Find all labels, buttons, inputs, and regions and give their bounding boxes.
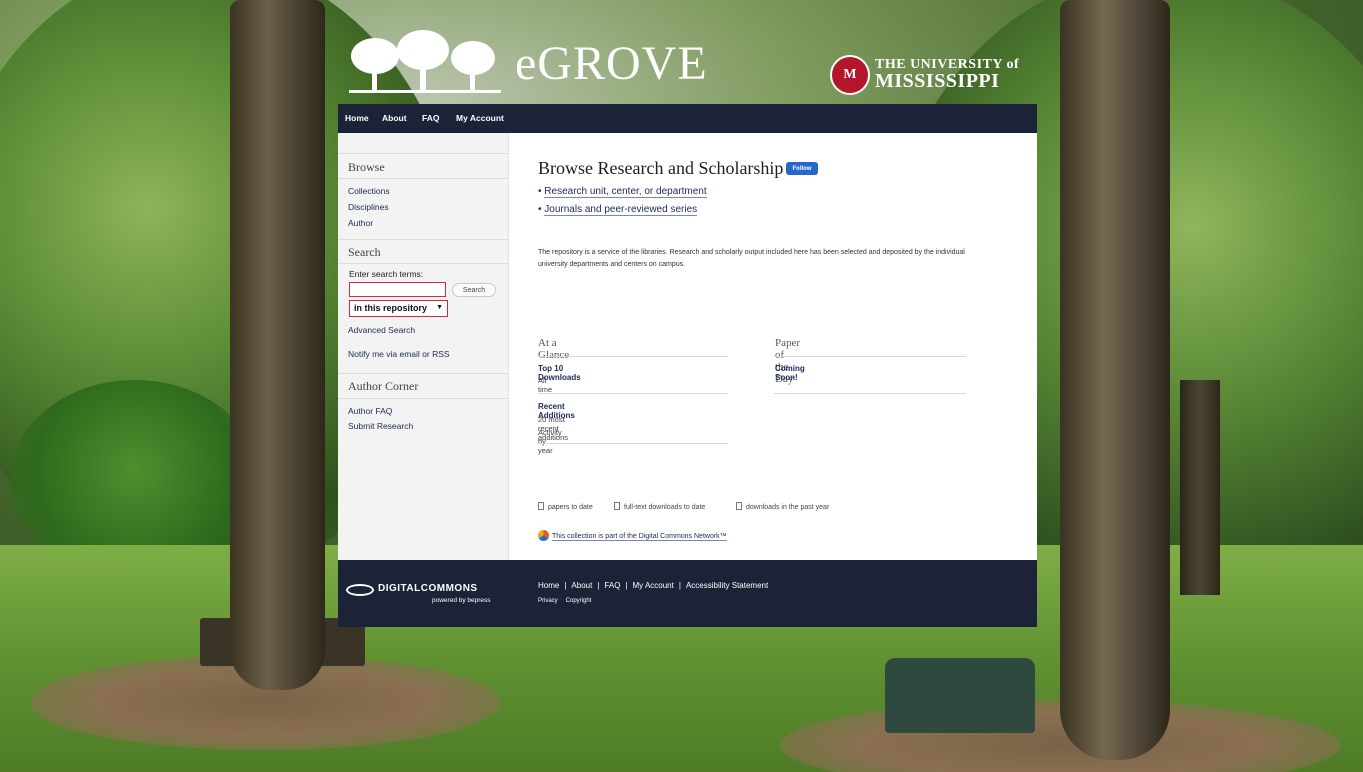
at-a-glance-heading: At a Glance [538,337,570,361]
stat-papers-label: papers to date [548,504,593,511]
sidebar-item-author[interactable]: Author [348,218,373,228]
footer-copyright[interactable]: Copyright [566,598,592,604]
coming-soon-text: Coming Soon! [775,364,805,382]
download-icon [736,502,742,510]
follow-button[interactable]: Follow [786,162,818,175]
footer-links: Home | About | FAQ | My Account | Accessibility … [538,581,769,590]
divider [338,153,508,154]
sidebar-item-author-faq[interactable]: Author FAQ [348,406,392,416]
intro-text: The repository is a service of the libra… [538,249,965,268]
divider [338,178,508,179]
search-scope-value: in this repository [354,303,428,313]
network-link[interactable]: This collection is part of the Digital C… [538,530,727,541]
footer-about[interactable]: About [571,581,592,590]
advanced-search-link[interactable]: Advanced Search [348,325,415,335]
search-button[interactable]: Search [452,283,496,297]
activity-by-year-link[interactable]: Activity by year [538,428,562,455]
sidebar-item-disciplines[interactable]: Disciplines [348,202,389,212]
page-title: Browse Research and Scholarship [538,158,784,178]
site-title[interactable]: eGROVE [515,36,708,91]
network-link-label[interactable]: This collection is part of the Digital C… [552,533,727,541]
divider [538,356,728,357]
university-name[interactable]: MISSISSIPPI [875,70,999,93]
stat-fulltext-downloads: full-text downloads to date [614,502,705,511]
stat-papers: papers to date [538,502,593,511]
divider [338,373,508,374]
sidebar: Browse Collections Disciplines Author Se… [338,133,509,560]
divider [338,398,508,399]
main-nav: Home About FAQ My Account [338,104,1037,133]
top-10-sub: All time [538,376,553,394]
footer-my-account[interactable]: My Account [633,581,674,590]
divider [338,239,508,240]
notify-link[interactable]: Notify me via email or RSS [348,349,450,359]
stat-fulltext-label: full-text downloads to date [624,504,706,511]
link-journals-label[interactable]: Journals and peer-reviewed series [544,204,698,216]
footer-home[interactable]: Home [538,581,559,590]
egrove-trees-logo[interactable] [345,28,505,98]
download-icon [614,502,620,510]
search-input[interactable] [349,282,446,297]
digital-commons-logo[interactable]: DIGITALCOMMONS powered by bepress [346,581,506,611]
footer-small-links: Privacy Copyright [538,598,599,604]
document-icon [538,502,544,510]
digital-commons-network-icon [538,530,549,541]
footer: DIGITALCOMMONS powered by bepress Home | A… [338,560,1037,627]
digital-commons-mark-icon [346,584,374,596]
nav-about[interactable]: About [382,113,407,123]
footer-accessibility[interactable]: Accessibility Statement [686,581,768,590]
footer-faq[interactable]: FAQ [604,581,620,590]
divider [774,356,966,357]
stat-downloads-year: downloads in the past year [736,502,829,511]
tree-trunk-left [230,0,325,690]
sidebar-item-collections[interactable]: Collections [348,186,390,196]
main-panel: Browse Collections Disciplines Author Se… [338,133,1037,560]
search-heading: Search [348,245,381,259]
university-seal-icon[interactable]: M [830,55,870,95]
link-journals[interactable]: • Journals and peer-reviewed series [538,204,698,216]
sidebar-item-submit-research[interactable]: Submit Research [348,421,413,431]
divider [338,263,508,264]
nav-home[interactable]: Home [345,113,369,123]
chevron-down-icon: ▼ [436,304,443,311]
browse-heading: Browse [348,160,385,174]
search-label: Enter search terms: [349,269,424,279]
tree-trunk [1180,380,1220,595]
nav-my-account[interactable]: My Account [456,113,504,123]
digital-commons-brand: DIGITALCOMMONS [378,583,478,594]
bepress-tagline: powered by bepress [432,597,491,604]
tree-trunk-right [1060,0,1170,760]
footer-privacy[interactable]: Privacy [538,598,558,604]
nav-faq[interactable]: FAQ [422,113,439,123]
divider [774,393,966,394]
divider [538,393,728,394]
author-corner-heading: Author Corner [348,379,419,393]
search-scope-select[interactable]: in this repository ▼ [349,300,448,317]
stat-year-label: downloads in the past year [746,504,830,511]
link-research-unit[interactable]: • Research unit, center, or department [538,186,707,198]
divider [538,443,728,444]
park-bench [885,658,1035,733]
link-research-unit-label[interactable]: Research unit, center, or department [544,186,707,198]
